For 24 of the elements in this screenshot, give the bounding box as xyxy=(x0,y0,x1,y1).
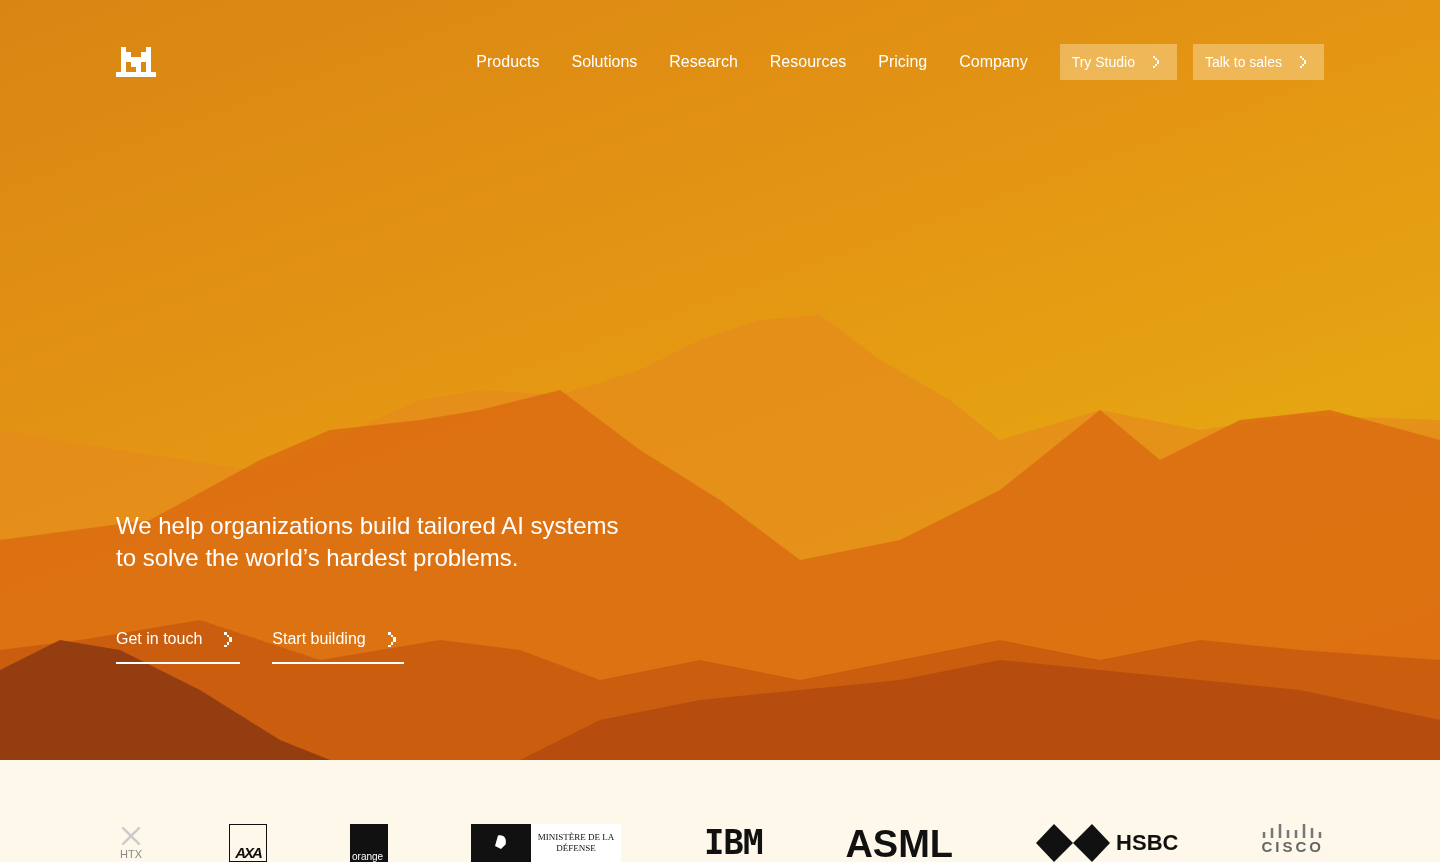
nav-link[interactable]: Products xyxy=(476,53,540,71)
partner-logo: HTX xyxy=(116,824,146,860)
logo-icon[interactable] xyxy=(116,47,156,77)
partner-logo: CISCO xyxy=(1261,824,1324,855)
partner-logo: orange xyxy=(350,824,388,862)
partner-logo: ASML xyxy=(845,823,954,862)
partner-logo: HSBC xyxy=(1036,824,1179,862)
partner-logo: MINISTÈRE DE LA DÉFENSE xyxy=(471,824,621,862)
nav-link[interactable]: Pricing xyxy=(878,53,928,71)
hero-link[interactable]: Get in touch xyxy=(116,628,241,664)
partner-logo: IBM xyxy=(704,822,763,862)
cta-button[interactable]: Try Studio xyxy=(1059,44,1177,80)
cta-button[interactable]: Talk to sales xyxy=(1192,44,1324,80)
hero-headline: We help organizations build tailored AI systems to solve the world’s hardest problems. xyxy=(116,511,620,573)
chevron-icon xyxy=(387,631,398,647)
hero-link[interactable]: Start building xyxy=(272,628,404,664)
nav-link[interactable]: Research xyxy=(669,53,738,71)
nav-link[interactable]: Solutions xyxy=(571,53,638,71)
chevron-icon xyxy=(1152,56,1161,68)
chevron-icon xyxy=(224,631,235,647)
nav-link[interactable]: Resources xyxy=(769,53,847,71)
nav-link[interactable]: Company xyxy=(959,53,1028,71)
partner-logo: AXA xyxy=(229,824,267,862)
chevron-icon xyxy=(1300,56,1308,68)
